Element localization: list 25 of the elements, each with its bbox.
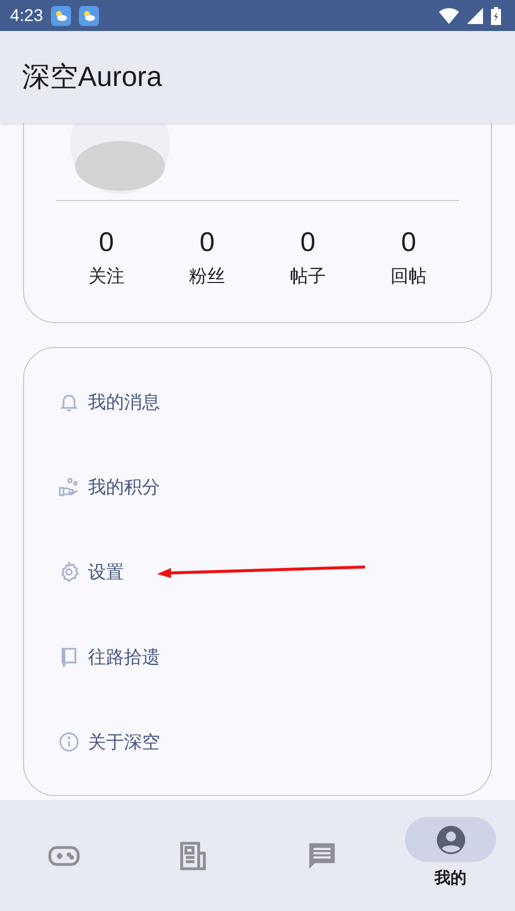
menu-item[interactable]: 我的积分 (88, 474, 160, 498)
wifi-icon (439, 6, 459, 24)
status-time: 4:23 (10, 6, 44, 26)
menu-item[interactable]: 关于深空 (88, 730, 160, 754)
stat-label: 粉丝 (189, 265, 226, 288)
nav-label: 我的 (434, 868, 467, 889)
stat-label: 关注 (88, 265, 124, 288)
settings-icon (58, 560, 80, 582)
signal-icon (467, 6, 483, 24)
menu-item[interactable]: 设置 (88, 560, 124, 584)
stat-label: 帖子 (290, 265, 326, 288)
hand-coins-icon (58, 476, 80, 498)
stat-value: 0 (200, 227, 215, 258)
stat-value: 0 (98, 227, 114, 258)
nav-tab[interactable] (405, 817, 496, 862)
stat-value: 0 (300, 227, 316, 258)
weather-icon (79, 6, 100, 26)
app-title: 深空Aurora (22, 60, 162, 94)
stat-value: 0 (401, 227, 416, 258)
stat-label: 回帖 (390, 265, 427, 288)
battery-icon (491, 6, 501, 24)
menu-item[interactable]: 我的消息 (88, 390, 160, 414)
weather-icon (51, 6, 72, 26)
menu-item[interactable]: 往路拾遗 (88, 644, 160, 668)
info-icon (58, 730, 80, 752)
